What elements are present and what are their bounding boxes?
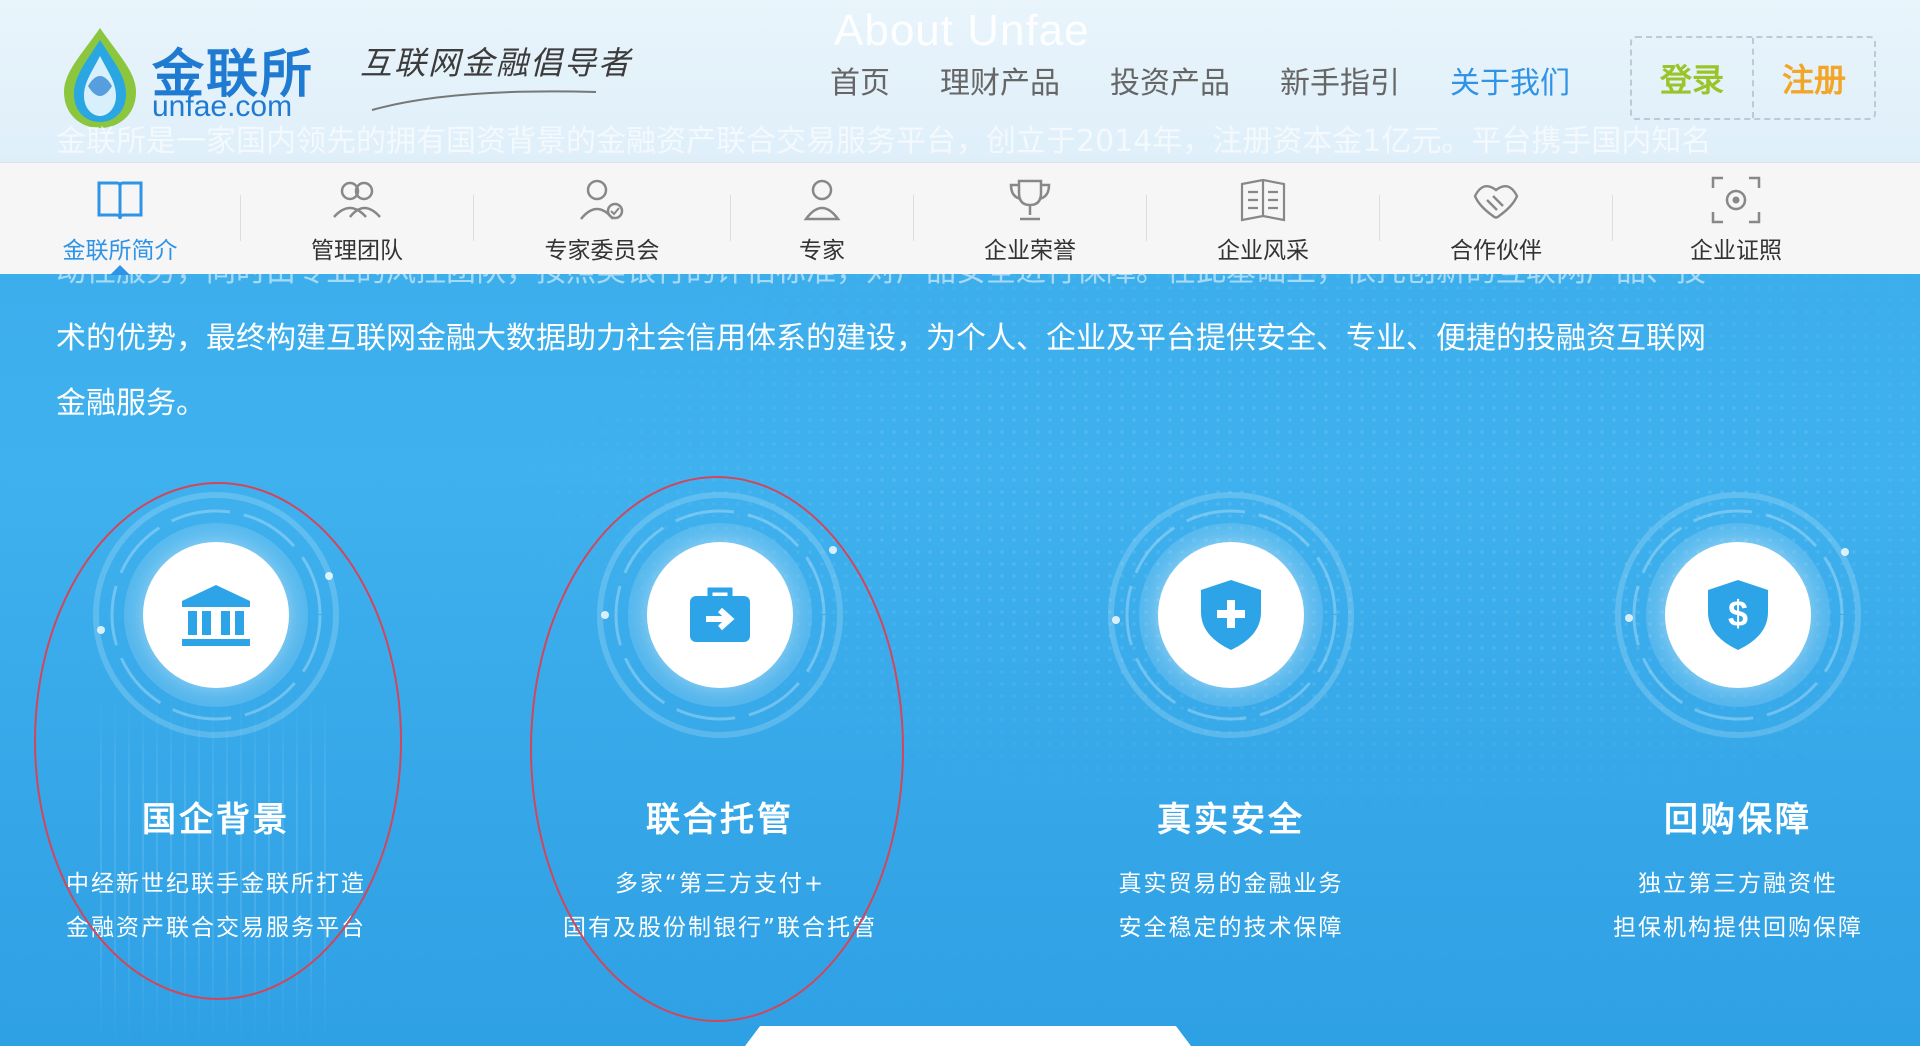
main-nav: 首页 理财产品 投资产品 新手指引 关于我们 [830,58,1620,102]
shield-plus-icon [1201,580,1261,650]
feature-description: 多家“第三方支付+ 国有及股份制银行”联合托管 [470,862,970,950]
feature-title: 回购保障 [1664,800,1812,840]
feature-desc-line-2: 担保机构提供回购保障 [1613,915,1863,941]
subnav-label: 专家委员会 [544,238,660,264]
subnav-label: 专家 [799,238,845,264]
subnav-label: 金联所简介 [62,238,178,264]
feature-desc-line-2: 安全稳定的技术保障 [1118,915,1344,941]
subnav-item-style[interactable]: 企业风采 [1147,163,1379,275]
feature-icon-circle [647,542,793,688]
bottom-tab-edge [742,1026,1194,1046]
expert-committee-icon [575,173,629,227]
nav-investment-products[interactable]: 投资产品 [1110,58,1230,102]
feature-desc-line-1: 多家“第三方支付+ [614,871,826,897]
feature-real-security: 真实安全 真实贸易的金融业务 安全稳定的技术保障 [981,490,1481,970]
feature-soe-background: 国企背景 中经新世纪联手金联所打造 金融资产联合交易服务平台 [0,490,466,970]
subnav-item-licenses[interactable]: 企业证照 [1613,163,1859,275]
feature-title: 联合托管 [646,800,794,840]
nav-beginner-guide[interactable]: 新手指引 [1280,58,1400,102]
feature-joint-custody: 联合托管 多家“第三方支付+ 国有及股份制银行”联合托管 [470,490,970,970]
feature-description: 真实贸易的金融业务 安全稳定的技术保障 [981,862,1481,950]
feature-desc-line-1: 真实贸易的金融业务 [1118,871,1344,897]
about-subnav: 金联所简介 管理团队 专家委员会 专家 企业荣誉 企业风采 合作伙伴 企业证照 [0,162,1920,275]
feature-description: 独立第三方融资性 担保机构提供回购保障 [1488,862,1920,950]
nav-wealth-products[interactable]: 理财产品 [940,58,1060,102]
open-book-icon [1238,173,1288,227]
section-title: About Unfae [834,6,1090,55]
register-button[interactable]: 注册 [1754,38,1874,118]
briefcase-arrow-icon [690,587,750,642]
feature-icon-circle: $ [1665,542,1811,688]
trophy-icon [1005,173,1055,227]
subnav-label: 合作伙伴 [1450,238,1542,264]
bank-icon [182,585,250,646]
nav-home[interactable]: 首页 [830,58,890,102]
subnav-item-team[interactable]: 管理团队 [241,163,473,275]
feature-description: 中经新世纪联手金联所打造 金融资产联合交易服务平台 [0,862,466,950]
feature-buyback-guarantee: $ 回购保障 独立第三方融资性 担保机构提供回购保障 [1488,490,1920,970]
subnav-label: 企业荣誉 [984,238,1076,264]
subnav-label: 企业风采 [1217,238,1309,264]
nav-about-us[interactable]: 关于我们 [1450,58,1570,102]
subnav-item-honors[interactable]: 企业荣誉 [914,163,1146,275]
subnav-item-intro[interactable]: 金联所简介 [0,163,240,275]
feature-desc-line-1: 独立第三方融资性 [1638,871,1838,897]
feature-title: 真实安全 [1157,800,1305,840]
subnav-label: 管理团队 [311,238,403,264]
intro-line-3: 术的优势，最终构建互联网金融大数据助力社会信用体系的建设，为个人、企业及平台提供… [56,321,1706,356]
slogan: 互联网金融倡导者 [360,44,633,82]
shield-dollar-icon: $ [1708,580,1768,650]
active-caret [110,265,130,275]
feature-icon-circle [1158,542,1304,688]
feature-desc-line-1: 中经新世纪联手金联所打造 [66,871,366,897]
auth-box: 登录 注册 [1630,36,1876,120]
login-button[interactable]: 登录 [1632,38,1754,118]
subnav-item-expert-committee[interactable]: 专家委员会 [474,163,730,275]
subnav-item-partners[interactable]: 合作伙伴 [1380,163,1612,275]
svg-text:$: $ [1728,593,1748,634]
person-icon [802,173,842,227]
site-header: 金联所 unfae.com 互联网金融倡导者 About Unfae 金联所是一… [0,0,1920,162]
book-icon [95,173,145,227]
subnav-item-expert[interactable]: 专家 [731,163,913,275]
feature-icon-circle [143,542,289,688]
feature-desc-line-2: 国有及股份制银行”联合托管 [563,915,877,941]
team-icon [330,173,384,227]
certificate-camera-icon [1709,173,1763,227]
intro-line-4: 金融服务。 [56,386,206,421]
feature-desc-line-2: 金融资产联合交易服务平台 [66,915,366,941]
handshake-icon [1469,173,1523,227]
feature-title: 国企背景 [142,800,290,840]
subnav-label: 企业证照 [1690,238,1782,264]
